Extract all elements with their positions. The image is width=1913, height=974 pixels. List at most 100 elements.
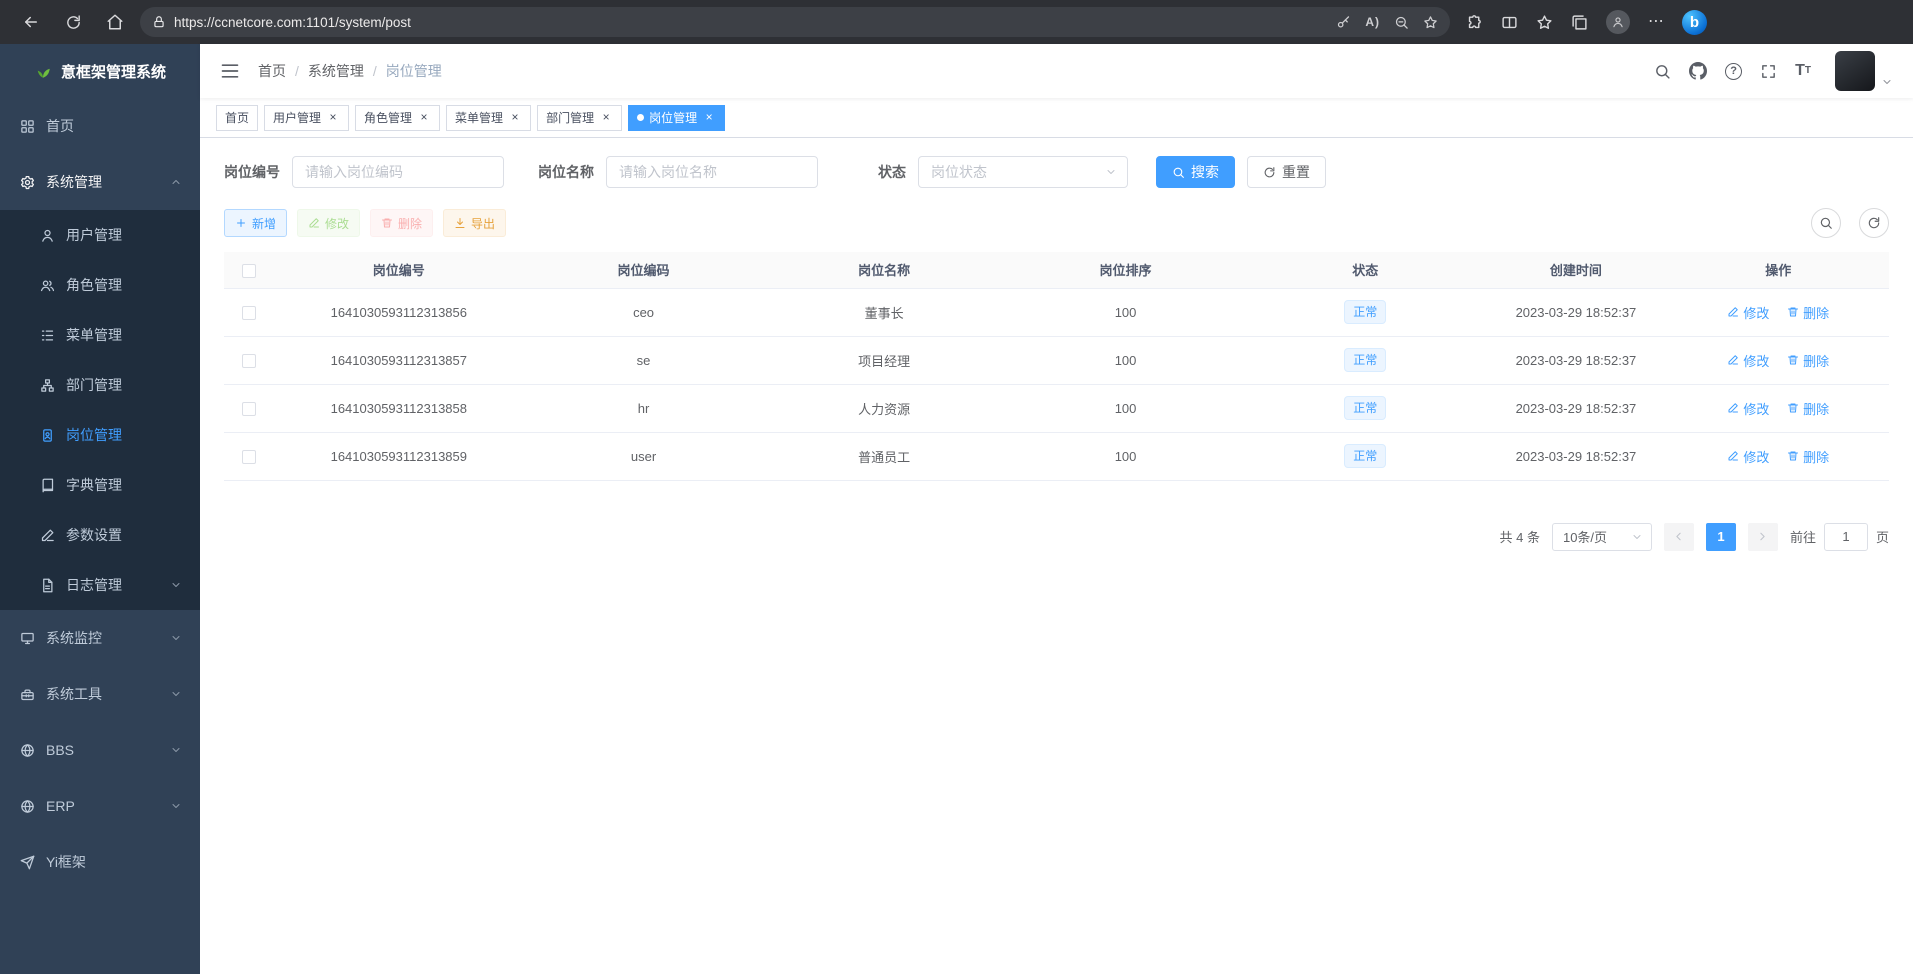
row-checkbox[interactable] — [242, 450, 256, 464]
pagination-total: 共 4 条 — [1500, 527, 1540, 546]
site-info-icon[interactable] — [152, 15, 166, 29]
select-all-checkbox[interactable] — [242, 264, 256, 278]
password-key-icon[interactable] — [1336, 15, 1351, 30]
sidebar-item-dept-mgmt[interactable]: 部门管理 — [0, 360, 200, 410]
reset-button[interactable]: 重置 — [1247, 156, 1326, 188]
browser-profile-avatar[interactable] — [1606, 10, 1630, 34]
row-checkbox[interactable] — [242, 354, 256, 368]
user-avatar[interactable] — [1835, 51, 1875, 91]
row-edit-button[interactable]: 修改 — [1727, 303, 1769, 322]
page-number-button[interactable]: 1 — [1706, 523, 1736, 551]
post-name-input[interactable] — [606, 156, 818, 188]
refresh-table-button[interactable] — [1859, 208, 1889, 238]
table-row[interactable]: 1641030593112313857 se 项目经理 100 正常 2023-… — [224, 336, 1889, 384]
sidebar-item-role-mgmt[interactable]: 角色管理 — [0, 260, 200, 310]
sidebar-item-log-mgmt[interactable]: 日志管理 — [0, 560, 200, 610]
edit-button[interactable]: 修改 — [297, 209, 360, 237]
search-form: 岗位编号 岗位名称 状态 岗位状态 搜索 重置 — [224, 156, 1889, 188]
add-favorite-star-icon[interactable] — [1423, 15, 1438, 30]
prev-page-button[interactable] — [1664, 523, 1694, 551]
row-checkbox[interactable] — [242, 402, 256, 416]
home-button[interactable] — [98, 5, 132, 39]
sidebar-item-user-mgmt[interactable]: 用户管理 — [0, 210, 200, 260]
next-page-button[interactable] — [1748, 523, 1778, 551]
tab-label: 岗位管理 — [649, 109, 697, 126]
sidebar-item-system-mgmt[interactable]: 系统管理 — [0, 154, 200, 210]
sidebar-item-dict-mgmt[interactable]: 字典管理 — [0, 460, 200, 510]
address-bar[interactable]: https://ccnetcore.com:1101/system/post A… — [140, 7, 1450, 37]
row-delete-label: 删除 — [1803, 303, 1829, 322]
help-icon[interactable]: ? — [1725, 63, 1742, 80]
tab-post-mgmt[interactable]: 岗位管理 × — [628, 105, 725, 131]
table-row[interactable]: 1641030593112313859 user 普通员工 100 正常 202… — [224, 432, 1889, 480]
github-icon[interactable] — [1689, 62, 1707, 80]
sidebar-toggle-icon[interactable] — [220, 61, 240, 81]
extensions-puzzle-icon[interactable] — [1466, 14, 1483, 31]
refresh-icon — [1263, 166, 1276, 179]
split-screen-icon[interactable] — [1501, 14, 1518, 31]
sidebar-item-menu-mgmt[interactable]: 菜单管理 — [0, 310, 200, 360]
font-size-icon[interactable]: TT — [1795, 63, 1811, 79]
tab-dept-mgmt[interactable]: 部门管理 × — [537, 105, 622, 131]
column-status: 状态 — [1246, 252, 1484, 288]
search-icon — [1172, 166, 1185, 179]
row-edit-button[interactable]: 修改 — [1727, 399, 1769, 418]
table-row[interactable]: 1641030593112313858 hr 人力资源 100 正常 2023-… — [224, 384, 1889, 432]
sidebar-item-bbs[interactable]: BBS — [0, 722, 200, 778]
row-delete-button[interactable]: 删除 — [1787, 303, 1829, 322]
zoom-out-icon[interactable] — [1394, 15, 1409, 30]
export-button[interactable]: 导出 — [443, 209, 506, 237]
post-code-input[interactable] — [292, 156, 504, 188]
goto-page-input[interactable] — [1824, 523, 1868, 551]
row-checkbox[interactable] — [242, 306, 256, 320]
tab-close-icon[interactable]: × — [417, 111, 431, 125]
tab-close-icon[interactable]: × — [508, 111, 522, 125]
row-delete-button[interactable]: 删除 — [1787, 351, 1829, 370]
status-badge: 正常 — [1344, 396, 1386, 420]
tab-user-mgmt[interactable]: 用户管理 × — [264, 105, 349, 131]
tab-close-icon[interactable]: × — [599, 111, 613, 125]
pencil-icon — [40, 528, 55, 543]
fullscreen-icon[interactable] — [1760, 63, 1777, 80]
url-text[interactable]: https://ccnetcore.com:1101/system/post — [174, 15, 1328, 30]
cell-post-code: hr — [524, 384, 764, 432]
favorites-icon[interactable] — [1536, 14, 1553, 31]
add-button[interactable]: 新增 — [224, 209, 287, 237]
sidebar-item-system-tools[interactable]: 系统工具 — [0, 666, 200, 722]
refresh-button[interactable] — [56, 5, 90, 39]
sidebar-item-home[interactable]: 首页 — [0, 98, 200, 154]
read-aloud-icon[interactable]: A) — [1365, 15, 1380, 29]
toggle-search-button[interactable] — [1811, 208, 1841, 238]
delete-button[interactable]: 删除 — [370, 209, 433, 237]
sidebar-item-post-mgmt[interactable]: 岗位管理 — [0, 410, 200, 460]
row-edit-button[interactable]: 修改 — [1727, 447, 1769, 466]
back-button[interactable] — [14, 5, 48, 39]
row-edit-button[interactable]: 修改 — [1727, 351, 1769, 370]
sidebar-item-system-monitor[interactable]: 系统监控 — [0, 610, 200, 666]
table-row[interactable]: 1641030593112313856 ceo 董事长 100 正常 2023-… — [224, 288, 1889, 336]
sidebar-item-erp[interactable]: ERP — [0, 778, 200, 834]
collections-icon[interactable] — [1571, 14, 1588, 31]
user-menu[interactable] — [1835, 51, 1893, 91]
breadcrumb: 首页 / 系统管理 / 岗位管理 — [258, 61, 442, 81]
page-size-select[interactable]: 10条/页 — [1552, 523, 1652, 551]
bing-copilot-icon[interactable]: b — [1682, 10, 1707, 35]
tab-menu-mgmt[interactable]: 菜单管理 × — [446, 105, 531, 131]
tab-close-icon[interactable]: × — [702, 111, 716, 125]
users-icon — [40, 278, 55, 293]
breadcrumb-home[interactable]: 首页 — [258, 61, 286, 81]
breadcrumb-system-mgmt[interactable]: 系统管理 — [308, 61, 364, 81]
sidebar-item-param-settings[interactable]: 参数设置 — [0, 510, 200, 560]
status-select[interactable]: 岗位状态 — [918, 156, 1128, 188]
row-delete-button[interactable]: 删除 — [1787, 447, 1829, 466]
browser-menu-icon[interactable]: ⋯ — [1648, 14, 1664, 30]
header-search-icon[interactable] — [1654, 63, 1671, 80]
row-delete-button[interactable]: 删除 — [1787, 399, 1829, 418]
sidebar-item-yi-framework[interactable]: Yi框架 — [0, 834, 200, 890]
tab-home[interactable]: 首页 — [216, 105, 258, 131]
tab-role-mgmt[interactable]: 角色管理 × — [355, 105, 440, 131]
search-button[interactable]: 搜索 — [1156, 156, 1235, 188]
tab-close-icon[interactable]: × — [326, 111, 340, 125]
post-code-label: 岗位编号 — [224, 162, 280, 182]
cell-post-sort: 100 — [1005, 384, 1246, 432]
